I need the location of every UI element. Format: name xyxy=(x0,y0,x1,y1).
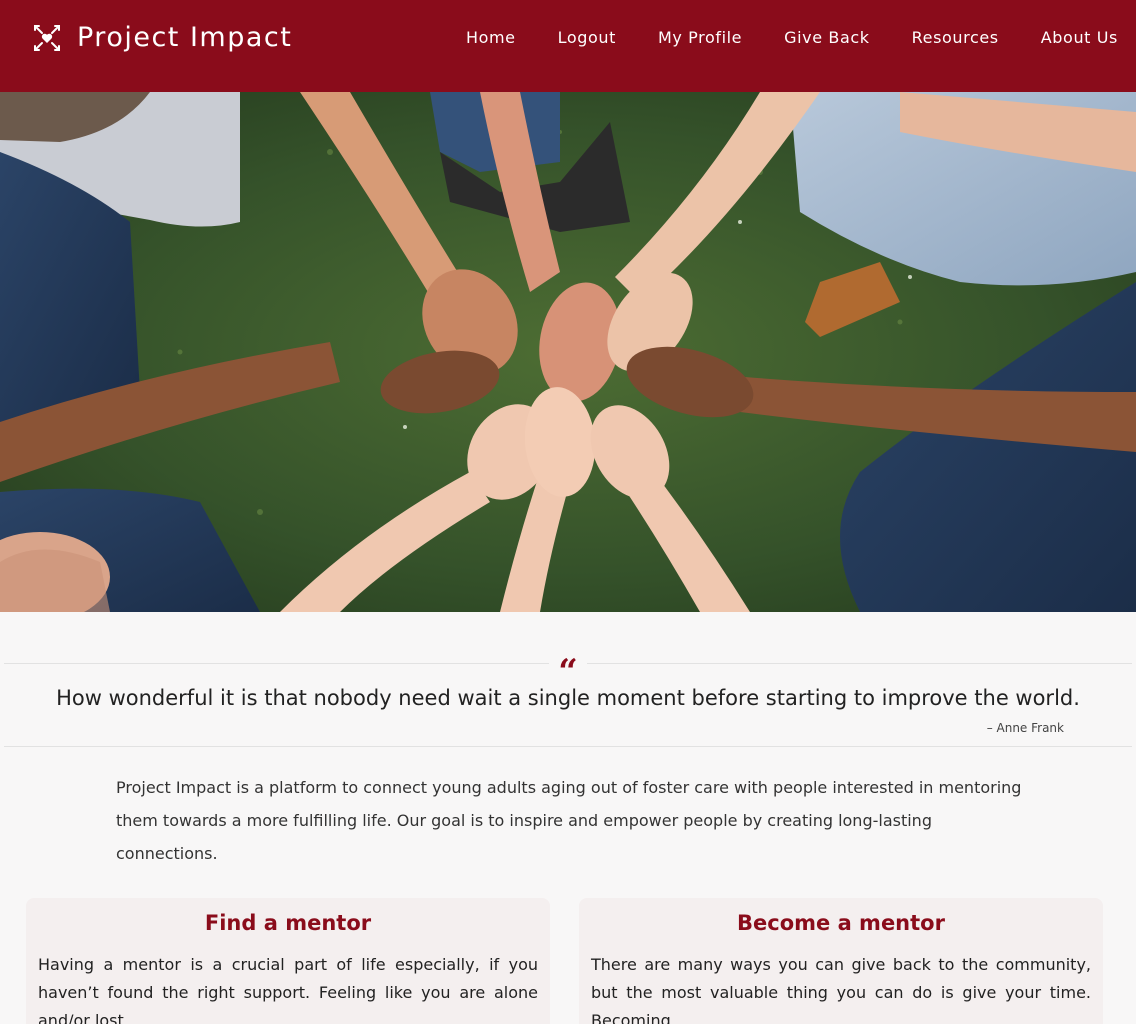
hands-stacked-on-grass-photo xyxy=(0,92,1136,612)
quote-author: – Anne Frank xyxy=(986,721,1064,735)
quote-section: “ How wonderful it is that nobody need w… xyxy=(4,654,1132,747)
navbar: Project Impact Home Logout My Profile Gi… xyxy=(0,0,1136,92)
nav-give-back[interactable]: Give Back xyxy=(784,28,870,47)
main-nav: Home Logout My Profile Give Back Resourc… xyxy=(424,28,1118,47)
card-title: Find a mentor xyxy=(204,911,372,935)
become-mentor-card: Become a mentor There are many ways you … xyxy=(579,898,1103,1024)
card-body: There are many ways you can give back to… xyxy=(591,955,1091,1024)
quote-mark-icon: “ xyxy=(549,654,587,690)
nav-my-profile[interactable]: My Profile xyxy=(658,28,742,47)
intro-paragraph: Project Impact is a platform to connect … xyxy=(116,778,1022,863)
brand-link[interactable]: Project Impact xyxy=(32,22,292,53)
nav-logout[interactable]: Logout xyxy=(558,28,616,47)
nav-resources[interactable]: Resources xyxy=(912,28,999,47)
nav-about-us[interactable]: About Us xyxy=(1041,28,1118,47)
hero-image xyxy=(0,92,1136,612)
find-mentor-card: Find a mentor Having a mentor is a cruci… xyxy=(26,898,550,1024)
heart-arrows-icon xyxy=(32,23,62,53)
quote-text: How wonderful it is that nobody need wai… xyxy=(56,686,1080,710)
card-title: Become a mentor xyxy=(737,911,945,935)
nav-home[interactable]: Home xyxy=(466,28,516,47)
brand-name: Project Impact xyxy=(77,22,293,53)
card-body: Having a mentor is a crucial part of lif… xyxy=(38,955,538,1024)
